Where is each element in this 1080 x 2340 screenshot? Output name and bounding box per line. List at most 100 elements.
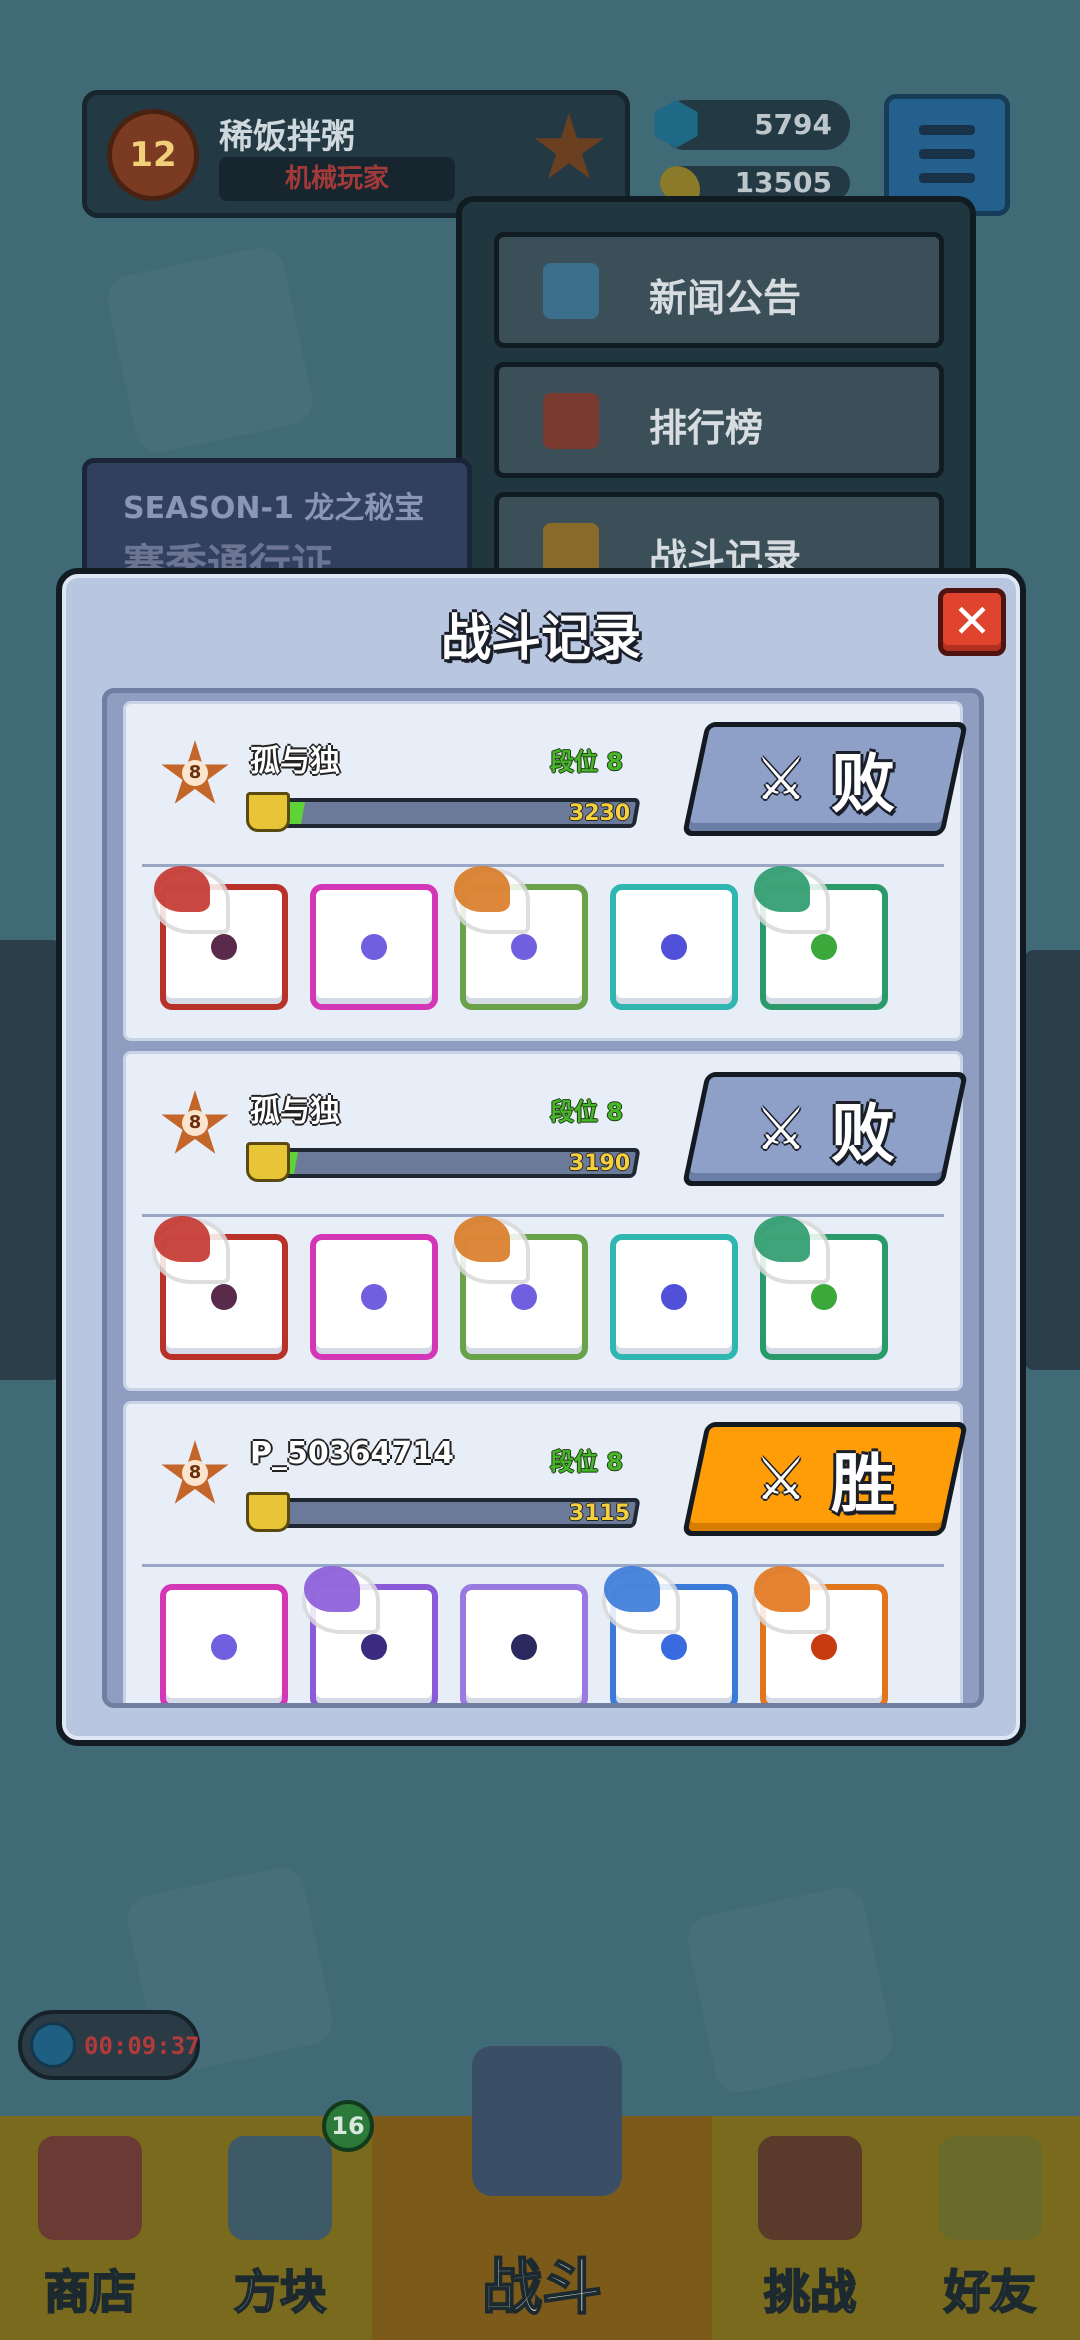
snow-die[interactable]: [602, 1566, 738, 1703]
nav-shop[interactable]: 商店: [0, 2116, 180, 2340]
result-win-button[interactable]: ⚔ 胜: [681, 1422, 969, 1536]
trophy-icon: [246, 1142, 290, 1182]
avatar[interactable]: 12: [107, 109, 199, 201]
dragon-frame-icon: [454, 1216, 510, 1262]
trophy-progress-bar: 3115: [267, 1498, 641, 1528]
opponent-name: P_50364714: [250, 1436, 454, 1471]
rainbow-die[interactable]: [310, 1234, 438, 1360]
die-pip: [211, 1634, 237, 1660]
die-pip: [211, 934, 237, 960]
die-pip: [811, 1284, 837, 1310]
hands-die[interactable]: [610, 1234, 738, 1360]
dragon-frame-icon: [154, 1216, 210, 1262]
menu-item-leaderboard[interactable]: 排行榜: [494, 362, 944, 478]
rank-number: 8: [182, 1460, 208, 1486]
shop-icon: [38, 2136, 142, 2240]
sun-die[interactable]: [752, 1566, 888, 1703]
menu-item-news[interactable]: 新闻公告: [494, 232, 944, 348]
crack-die[interactable]: [460, 1584, 588, 1703]
trophy-progress-bar: 3190: [267, 1148, 641, 1178]
trophy-icon: [246, 1492, 290, 1532]
result-text: 胜: [831, 1448, 895, 1522]
die-pip: [361, 934, 387, 960]
die-pip: [511, 1284, 537, 1310]
dice-deck: [152, 1216, 940, 1374]
nav-challenge[interactable]: 挑战: [720, 2116, 900, 2340]
dragon-frame-icon: [454, 866, 510, 912]
shadow-die[interactable]: [302, 1566, 438, 1703]
dragon-frame-icon: [754, 1216, 810, 1262]
player-level: 12: [129, 135, 177, 175]
dice-deck: [160, 1566, 940, 1703]
saw-die[interactable]: [152, 866, 288, 1010]
dragon-frame-icon: [754, 866, 810, 912]
result-lose-button[interactable]: ⚔ 败: [681, 722, 969, 836]
records-list[interactable]: 8 孤与独 段位 8 3230 ⚔ 败 8 孤与独 段位 8 3190 ⚔ 败: [102, 688, 984, 1708]
die-pip: [811, 934, 837, 960]
die-pip: [511, 1634, 537, 1660]
menu-item-label: 排行榜: [649, 406, 764, 450]
result-text: 败: [831, 1098, 895, 1172]
rank-star-icon: [534, 113, 604, 179]
infinity-die[interactable]: [452, 1216, 588, 1360]
leaderboard-icon: [543, 393, 599, 449]
infinity-die[interactable]: [452, 866, 588, 1010]
crossed-swords-icon: ⚔: [755, 1095, 807, 1163]
stopwatch-icon: [30, 2022, 76, 2068]
menu-item-label: 新闻公告: [649, 276, 802, 320]
divider: [142, 864, 944, 867]
battle-shield-icon: [472, 2046, 622, 2196]
opponent-name: 孤与独: [250, 744, 340, 779]
dice-box-icon: [228, 2136, 332, 2240]
battle-record-card: 8 P_50364714 段位 8 3115 ⚔ 胜: [123, 1401, 969, 1703]
nav-label: 好友: [943, 2264, 1037, 2320]
pentagram-die[interactable]: [752, 866, 888, 1010]
dice-deck: [152, 866, 940, 1024]
die-pip: [361, 1634, 387, 1660]
dragon-frame-icon: [304, 1566, 360, 1612]
gem-icon: [654, 100, 698, 148]
timer-text: 00:09:37: [84, 2032, 200, 2060]
result-lose-button[interactable]: ⚔ 败: [681, 1072, 969, 1186]
divider: [142, 1564, 944, 1567]
trophy-score: 3190: [568, 1151, 630, 1176]
rank-star-icon: 8: [161, 1090, 229, 1154]
pentagram-die[interactable]: [752, 1216, 888, 1360]
gem-counter[interactable]: 5794: [654, 100, 850, 150]
hamburger-icon-line: [919, 173, 975, 183]
coin-counter[interactable]: 13505: [660, 166, 850, 200]
dragon-frame-icon: [604, 1566, 660, 1612]
battle-record-card: 8 孤与独 段位 8 3230 ⚔ 败: [123, 701, 969, 1041]
rank-star-icon: 8: [161, 740, 229, 804]
battle-record-modal: 战斗记录 ✕ 8 孤与独 段位 8 3230 ⚔ 败 8 孤与独 段位 8 31…: [56, 568, 1026, 1746]
coin-amount: 13505: [734, 166, 832, 199]
trophy-progress-bar: 3230: [267, 798, 641, 828]
nav-friends[interactable]: 好友: [900, 2116, 1080, 2340]
hands-die[interactable]: [610, 884, 738, 1010]
die-pip: [661, 1284, 687, 1310]
background-pattern: [103, 243, 317, 457]
nav-label: 挑战: [763, 2264, 857, 2320]
saw-die[interactable]: [152, 1216, 288, 1360]
hamburger-icon: [919, 125, 975, 135]
crossed-swords-icon: ⚔: [755, 1445, 807, 1513]
rank-number: 8: [182, 760, 208, 786]
battle-record-card: 8 孤与独 段位 8 3190 ⚔ 败: [123, 1051, 969, 1391]
profile-name: 稀饭拌粥: [219, 117, 355, 157]
rainbow-die[interactable]: [310, 884, 438, 1010]
close-button[interactable]: ✕: [938, 588, 1006, 656]
nav-battle[interactable]: 战斗: [372, 2046, 712, 2340]
event-timer[interactable]: 00:09:37: [18, 2010, 200, 2080]
trophy-score: 3230: [568, 801, 630, 826]
die-pip: [361, 1284, 387, 1310]
side-panel-left: [0, 940, 62, 1380]
result-text: 败: [831, 748, 895, 822]
rank-star-icon: 8: [161, 1440, 229, 1504]
rank-number: 8: [182, 1110, 208, 1136]
crossed-swords-icon: ⚔: [755, 745, 807, 813]
die-pip: [811, 1634, 837, 1660]
die-pip: [511, 934, 537, 960]
divider: [142, 1214, 944, 1217]
rainbow-die[interactable]: [160, 1584, 288, 1703]
nav-label: 战斗: [481, 2252, 603, 2324]
